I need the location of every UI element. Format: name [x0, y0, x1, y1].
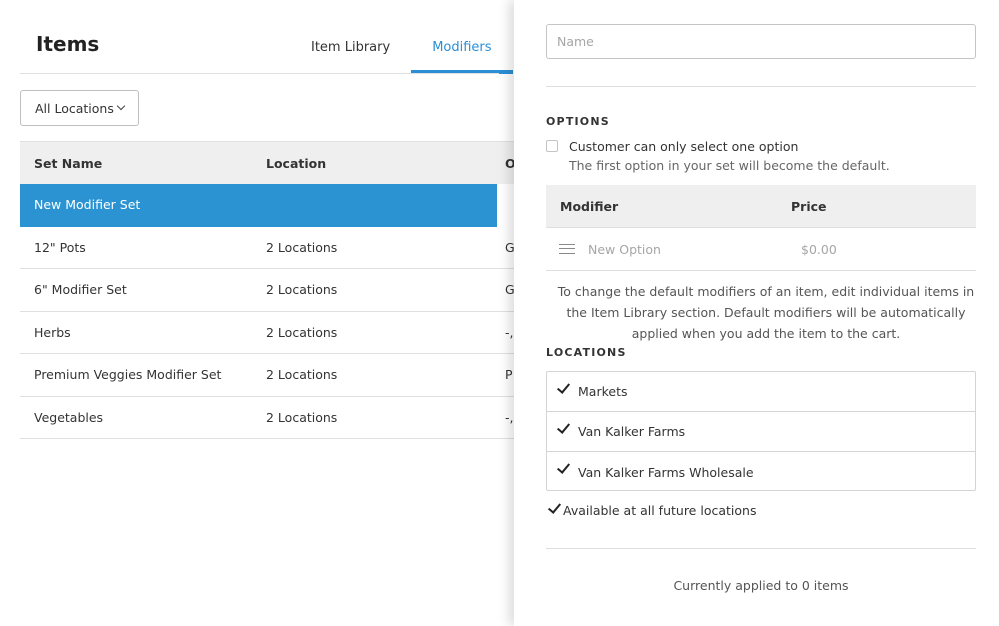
options-cell: -, — [505, 409, 514, 425]
modifier-set-drawer: OPTIONS Customer can only select one opt… — [514, 0, 999, 626]
location-cell: 2 Locations — [266, 239, 338, 255]
location-cell: 2 Locations — [266, 367, 338, 383]
modifier-column-header: Modifier — [560, 198, 619, 214]
divider — [546, 86, 976, 87]
location-filter-dropdown[interactable]: All Locations — [20, 90, 139, 126]
future-locations-label: Available at all future locations — [563, 503, 757, 518]
location-option-van-kalker-farms-wholesale[interactable]: Van Kalker Farms Wholesale — [547, 452, 975, 492]
divider — [546, 548, 976, 549]
modifier-option-row — [546, 228, 976, 271]
set-name-cell: Herbs — [34, 324, 71, 340]
modifier-table-header: Modifier Price — [546, 185, 976, 228]
checkmark-icon[interactable] — [557, 462, 569, 474]
app-page: Items Item Library Modifiers All Locatio… — [0, 0, 999, 626]
chevron-down-icon — [116, 101, 126, 111]
drag-handle-icon[interactable] — [559, 244, 575, 254]
checkmark-icon[interactable] — [557, 382, 569, 394]
set-name-cell: New Modifier Set — [34, 197, 141, 213]
single-option-help: The first option in your set will become… — [569, 158, 890, 173]
location-label: Van Kalker Farms — [578, 424, 686, 439]
table-row[interactable]: 6" Modifier Set 2 Locations G — [20, 269, 514, 312]
price-column-header: Price — [791, 198, 827, 214]
default-modifiers-note: To change the default modifiers of an it… — [557, 284, 975, 341]
locations-list: Markets Van Kalker Farms Van Kalker Farm… — [546, 371, 976, 491]
single-option-label[interactable]: Customer can only select one option — [569, 139, 798, 154]
page-title: Items — [36, 32, 100, 56]
set-name-cell: Vegetables — [34, 409, 104, 425]
location-cell: 2 Locations — [266, 324, 338, 340]
location-option-van-kalker-farms[interactable]: Van Kalker Farms — [547, 412, 975, 452]
options-cell: P — [505, 367, 513, 383]
location-cell: 2 Locations — [266, 282, 338, 298]
table-row[interactable]: New Modifier Set — [20, 184, 497, 227]
price-input[interactable] — [801, 241, 921, 257]
options-cell: -, — [505, 324, 514, 340]
table-header: Set Name Location O — [20, 141, 514, 184]
future-locations-option[interactable]: Available at all future locations — [546, 503, 756, 518]
new-option-input[interactable] — [588, 241, 788, 257]
table-row[interactable]: Herbs 2 Locations -, — [20, 312, 514, 354]
location-label: Van Kalker Farms Wholesale — [578, 464, 754, 480]
column-header-options[interactable]: O — [491, 156, 514, 171]
column-header-set-name[interactable]: Set Name — [20, 156, 252, 171]
location-option-markets[interactable]: Markets — [547, 372, 975, 412]
location-label: Markets — [578, 384, 628, 399]
name-input[interactable] — [546, 24, 976, 59]
checkmark-icon[interactable] — [548, 502, 560, 514]
column-header-location[interactable]: Location — [252, 156, 491, 171]
options-cell: G — [505, 282, 514, 298]
modifier-sets-table: Set Name Location O New Modifier Set 12"… — [20, 141, 514, 439]
tab-item-library[interactable]: Item Library — [290, 28, 411, 74]
location-cell: 2 Locations — [266, 409, 338, 425]
set-name-cell: Premium Veggies Modifier Set — [34, 367, 222, 383]
options-cell: G — [505, 239, 514, 255]
header-divider — [20, 73, 499, 74]
table-row[interactable]: 12" Pots 2 Locations G — [20, 227, 514, 269]
set-name-cell: 6" Modifier Set — [34, 282, 127, 298]
single-option-checkbox[interactable] — [546, 140, 558, 152]
set-name-cell: 12" Pots — [34, 239, 86, 255]
table-row[interactable]: Premium Veggies Modifier Set 2 Locations… — [20, 354, 514, 397]
checkmark-icon[interactable] — [557, 422, 569, 434]
tab-modifiers[interactable]: Modifiers — [411, 28, 513, 74]
location-filter-label: All Locations — [35, 100, 114, 116]
table-row[interactable]: Vegetables 2 Locations -, — [20, 397, 514, 439]
locations-section-title: LOCATIONS — [546, 346, 627, 359]
options-section-title: OPTIONS — [546, 115, 610, 128]
applied-items-count: Currently applied to 0 items — [673, 578, 849, 593]
tab-bar: Item Library Modifiers — [290, 28, 513, 74]
